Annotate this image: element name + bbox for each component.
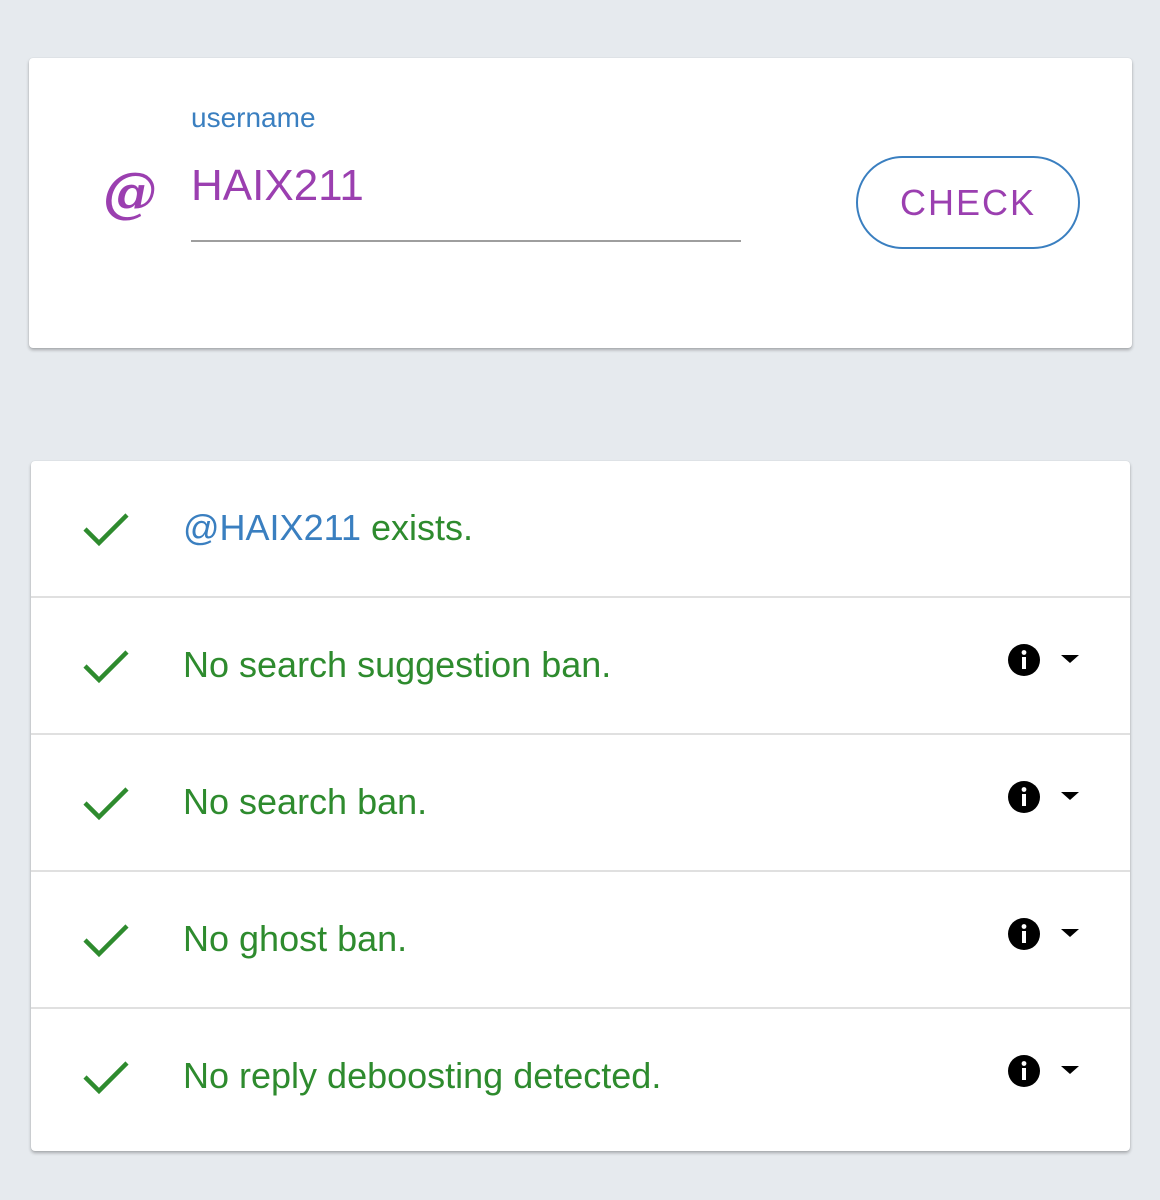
results-card: @HAIX211 exists. No search suggestion ba… bbox=[31, 461, 1130, 1151]
username-card: username @ CHECK bbox=[29, 58, 1132, 348]
info-icon[interactable] bbox=[1007, 643, 1041, 677]
result-row-reply-deboosting: No reply deboosting detected. bbox=[31, 1009, 1130, 1146]
at-icon: @ bbox=[103, 160, 157, 224]
result-text: @HAIX211 exists. bbox=[183, 507, 473, 549]
checkmark-icon bbox=[83, 924, 129, 958]
result-text: No reply deboosting detected. bbox=[183, 1055, 662, 1096]
result-row-search-ban: No search ban. bbox=[31, 735, 1130, 872]
info-icon[interactable] bbox=[1007, 1054, 1041, 1088]
info-icon[interactable] bbox=[1007, 917, 1041, 951]
exists-text: exists. bbox=[360, 507, 473, 548]
caret-down-icon[interactable] bbox=[1061, 790, 1079, 802]
check-button[interactable]: CHECK bbox=[856, 156, 1080, 249]
checkmark-icon bbox=[83, 1061, 129, 1095]
caret-down-icon[interactable] bbox=[1061, 927, 1079, 939]
info-icon[interactable] bbox=[1007, 780, 1041, 814]
username-label: username bbox=[191, 102, 316, 133]
username-handle: @HAIX211 bbox=[183, 507, 361, 548]
checkmark-icon bbox=[83, 650, 129, 684]
checkmark-icon bbox=[83, 513, 129, 547]
result-text: No search suggestion ban. bbox=[183, 644, 612, 685]
result-text: No search ban. bbox=[183, 781, 428, 822]
username-input[interactable] bbox=[191, 162, 741, 242]
checkmark-icon bbox=[83, 787, 129, 821]
result-text: No ghost ban. bbox=[183, 918, 408, 959]
caret-down-icon[interactable] bbox=[1061, 653, 1079, 665]
result-row-search-suggestion-ban: No search suggestion ban. bbox=[31, 598, 1130, 735]
result-row-exists: @HAIX211 exists. bbox=[31, 461, 1130, 598]
caret-down-icon[interactable] bbox=[1061, 1064, 1079, 1076]
result-row-ghost-ban: No ghost ban. bbox=[31, 872, 1130, 1009]
